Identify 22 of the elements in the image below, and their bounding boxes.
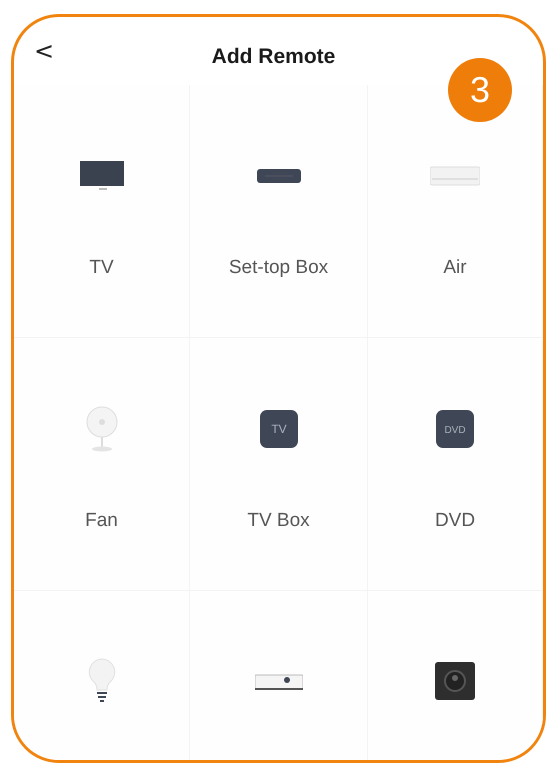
air-conditioner-icon [430, 166, 480, 186]
tv-box-icon: TV [260, 410, 298, 448]
device-label: TV Box [247, 510, 310, 533]
fan-icon [84, 406, 118, 452]
device-tile[interactable]: Set-top Box [190, 85, 368, 338]
device-label: Air [443, 257, 467, 280]
back-button[interactable]: < [28, 39, 60, 63]
device-tile[interactable]: TV TV Box [190, 338, 368, 591]
device-tile[interactable]: DVD DVD [368, 338, 543, 591]
screen-title: Add Remote [212, 46, 336, 68]
dvd-player-icon: DVD [436, 410, 474, 448]
device-label: Fan [85, 510, 118, 533]
device-label: TV [89, 257, 114, 280]
set-top-box-icon [256, 168, 300, 184]
speaker-icon [435, 662, 475, 702]
step-number-badge: 3 [448, 58, 512, 122]
device-label: DVD [434, 510, 476, 533]
projector-icon [254, 673, 302, 691]
device-tile[interactable]: TV [14, 85, 190, 338]
tv-icon [78, 161, 124, 191]
device-tile[interactable]: Fan [14, 338, 190, 591]
device-label: Set-top Box [228, 257, 328, 280]
